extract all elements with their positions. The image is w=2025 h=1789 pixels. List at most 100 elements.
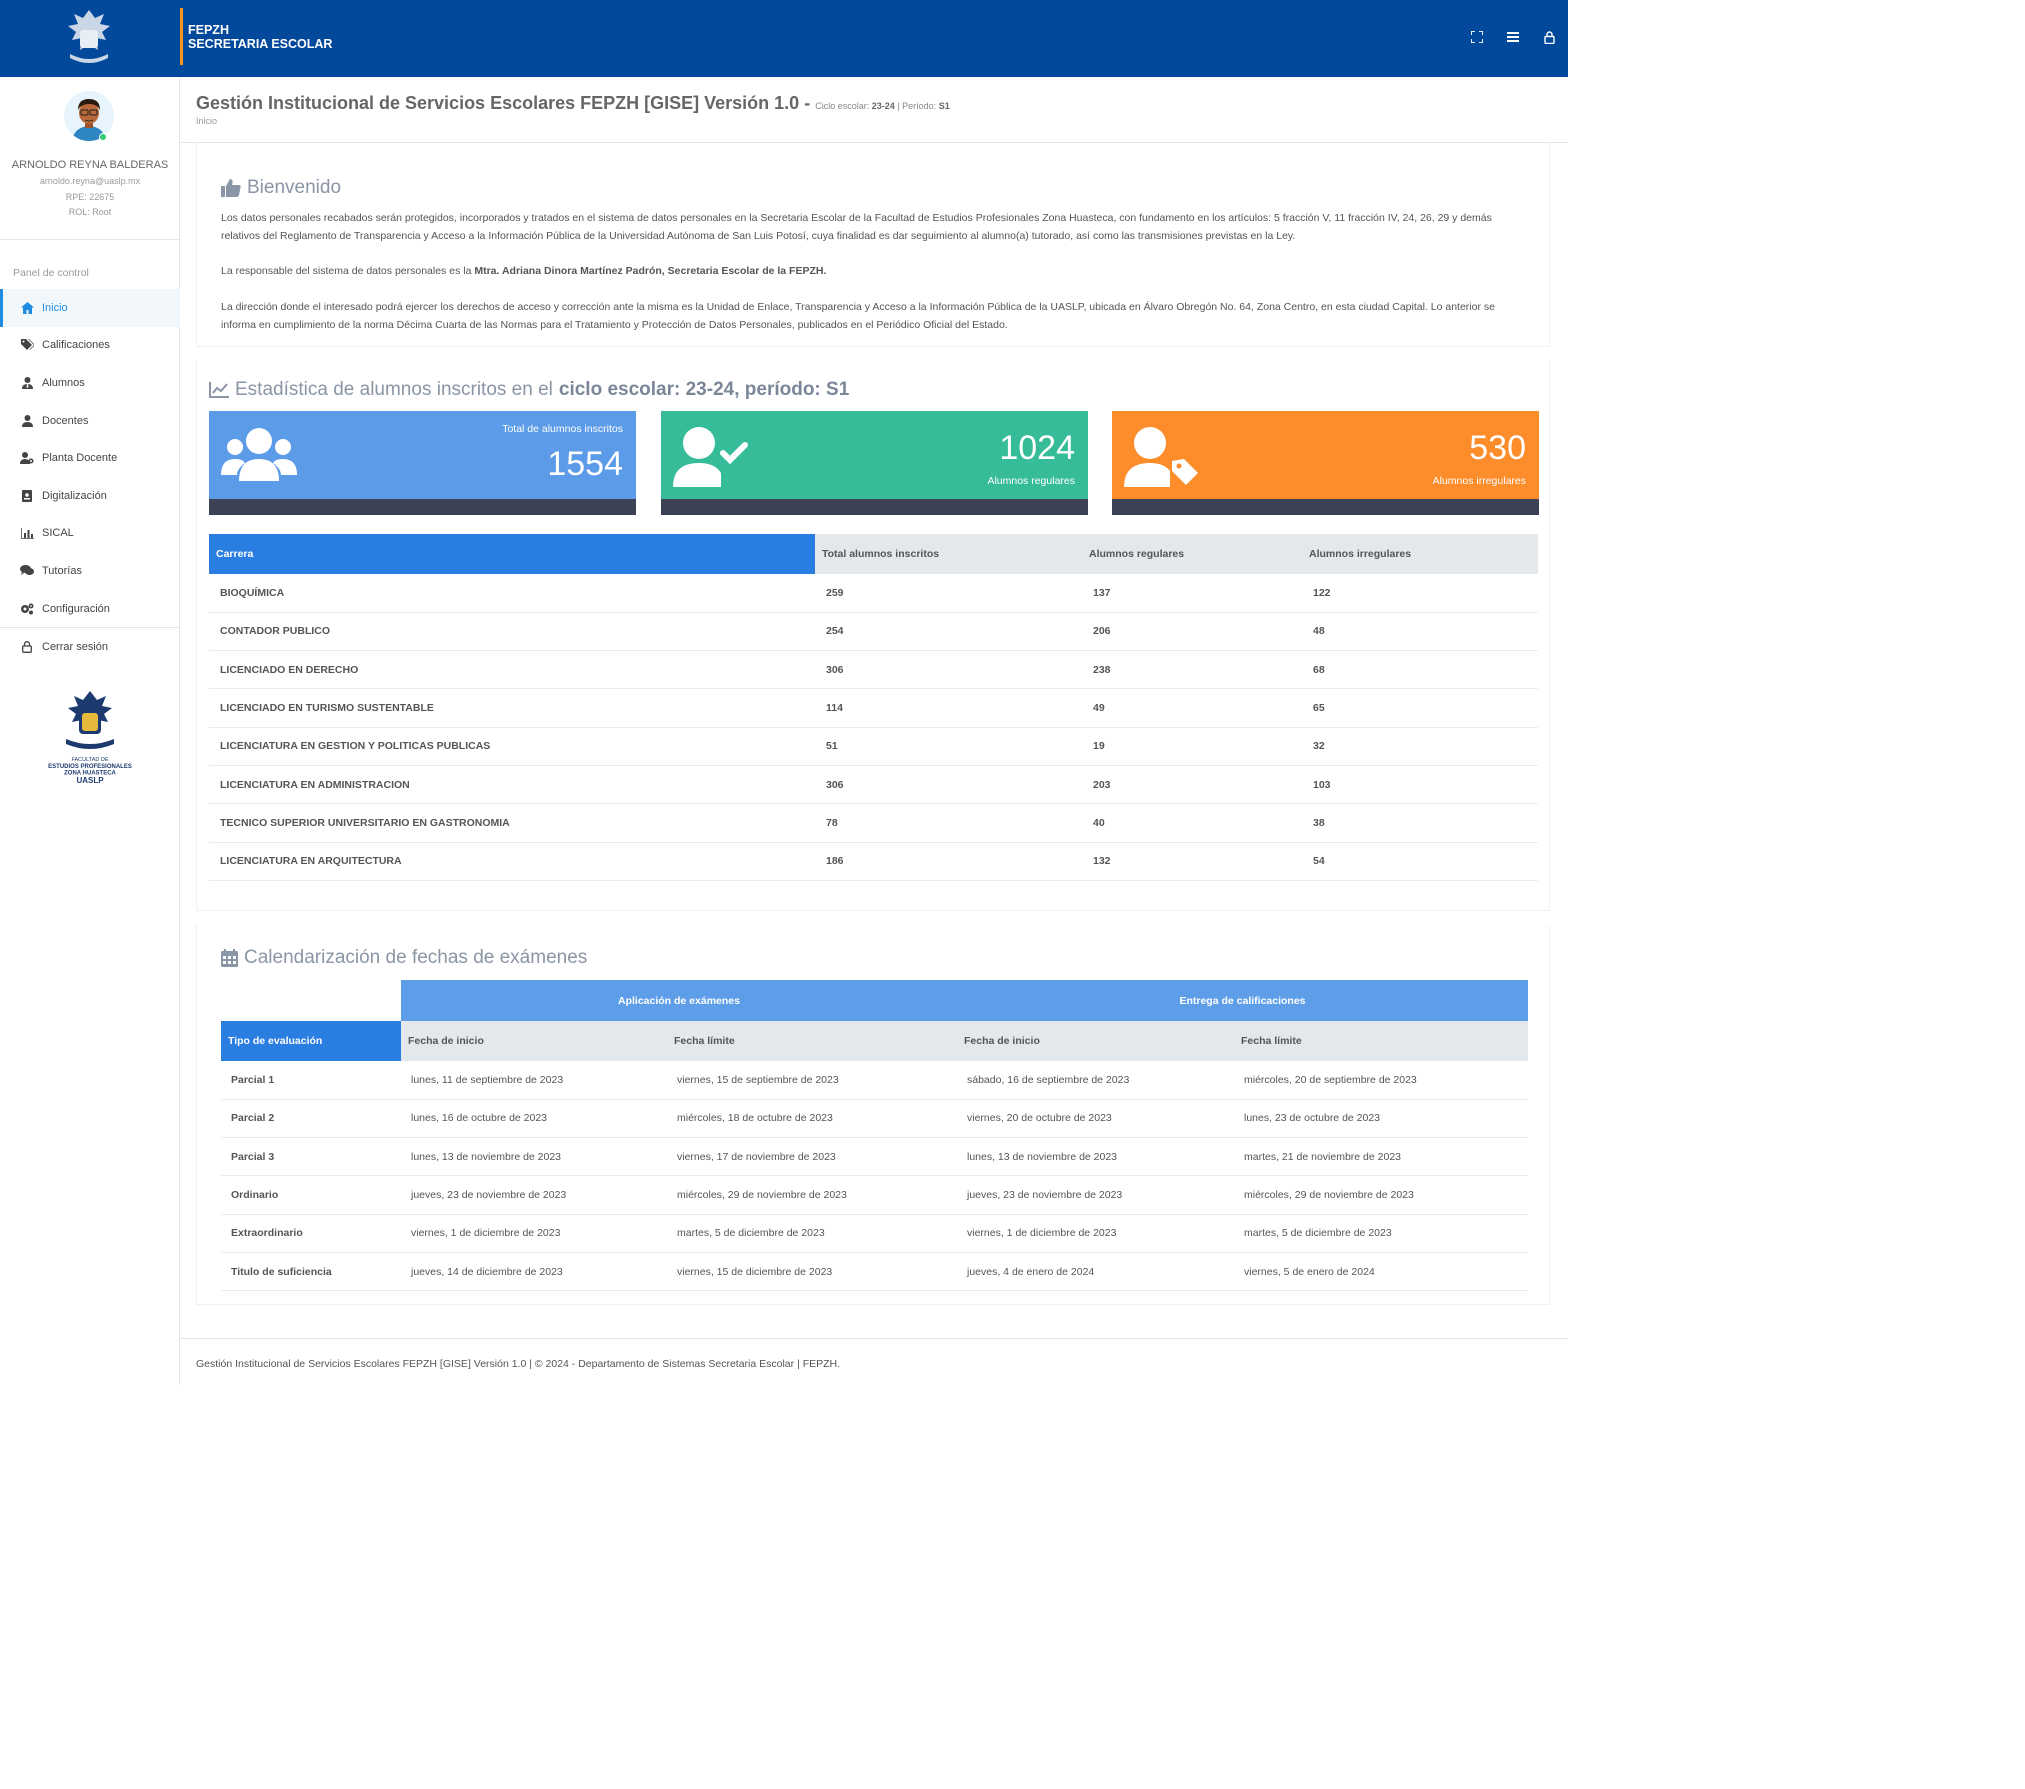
carrera-cell: LICENCIADO EN TURISMO SUSTENTABLE bbox=[209, 688, 815, 728]
sidebar-item-label: Inicio bbox=[42, 301, 68, 314]
page-title: Gestión Institucional de Servicios Escol… bbox=[196, 93, 950, 114]
responsible-name: Mtra. Adriana Dinora Martínez Padrón, Se… bbox=[474, 265, 827, 277]
carrera-cell: BIOQUÍMICA bbox=[209, 574, 815, 613]
logo-line-1: FACULTAD DE bbox=[71, 757, 108, 763]
footer-text: Gestión Institucional de Servicios Escol… bbox=[196, 1358, 841, 1370]
sidebar-item-sical[interactable]: SICAL bbox=[0, 515, 180, 553]
table-row: LICENCIATURA EN ADMINISTRACION 306 203 103 bbox=[209, 765, 1538, 805]
page-header: Gestión Institucional de Servicios Escol… bbox=[180, 77, 1568, 143]
date-cell: viernes, 20 de octubre de 2023 bbox=[957, 1099, 1234, 1139]
sidebar-item-calificaciones[interactable]: Calificaciones bbox=[0, 327, 180, 365]
stat-label: Alumnos irregulares bbox=[1432, 475, 1526, 487]
date-cell: jueves, 23 de noviembre de 2023 bbox=[957, 1175, 1234, 1215]
welcome-paragraph-1: Los datos personales recabados serán pro… bbox=[221, 212, 1492, 242]
stat-label: Alumnos regulares bbox=[987, 475, 1075, 487]
date-cell: lunes, 13 de noviembre de 2023 bbox=[957, 1137, 1234, 1177]
online-status-dot bbox=[99, 133, 107, 141]
avatar[interactable] bbox=[64, 91, 114, 141]
stat-card-footer bbox=[661, 499, 1088, 515]
user-tag-icon bbox=[1124, 427, 1198, 487]
table-row: Parcial 2 lunes, 16 de octubre de 2023 mié… bbox=[221, 1099, 1528, 1139]
sidebar-item-configuracion[interactable]: Configuración bbox=[0, 590, 180, 628]
stat-value: 1554 bbox=[547, 445, 623, 483]
table-row: Parcial 3 lunes, 13 de noviembre de 2023 v… bbox=[221, 1137, 1528, 1177]
total-cell: 306 bbox=[815, 650, 1082, 690]
cogs-icon bbox=[20, 603, 34, 615]
column-header-limite-aplicacion[interactable]: Fecha límite bbox=[667, 1021, 957, 1061]
user-rpe: RPE: 22675 bbox=[0, 192, 180, 202]
group-header-entrega: Entrega de calificaciones bbox=[957, 980, 1528, 1021]
total-cell: 51 bbox=[815, 727, 1082, 766]
expand-icon[interactable] bbox=[1468, 28, 1486, 46]
column-header-tipo[interactable]: Tipo de evaluación bbox=[221, 1021, 401, 1061]
thumbs-up-icon bbox=[221, 179, 241, 197]
rpe-value: 22675 bbox=[89, 192, 115, 202]
cycle-value: 23-24 bbox=[871, 101, 895, 111]
sidebar-item-label: Digitalización bbox=[42, 489, 107, 502]
irregulares-cell: 32 bbox=[1302, 727, 1538, 766]
column-header-carrera[interactable]: Carrera bbox=[209, 534, 815, 574]
table-header-row: Carrera Total alumnos inscritos Alumnos … bbox=[209, 534, 1538, 574]
stat-value: 530 bbox=[1469, 429, 1526, 467]
page-title-text: Gestión Institucional de Servicios Escol… bbox=[196, 93, 811, 113]
sidebar-item-inicio[interactable]: Inicio bbox=[0, 289, 180, 327]
regulares-cell: 203 bbox=[1082, 765, 1302, 805]
welcome-title-text: Bienvenido bbox=[247, 177, 342, 198]
welcome-paragraph-3: La dirección donde el interesado podrá e… bbox=[221, 301, 1495, 331]
sidebar-item-label: Tutorías bbox=[42, 564, 82, 577]
user-role: ROL: Root bbox=[0, 207, 180, 217]
user-tie-icon bbox=[20, 376, 34, 389]
chart-line-icon bbox=[209, 382, 229, 398]
date-cell: martes, 5 de diciembre de 2023 bbox=[1234, 1214, 1528, 1253]
column-header-irregulares[interactable]: Alumnos irregulares bbox=[1302, 534, 1538, 574]
irregulares-cell: 65 bbox=[1302, 688, 1538, 728]
sidebar-item-digitalizacion[interactable]: Digitalización bbox=[0, 477, 180, 515]
enrollment-table: Carrera Total alumnos inscritos Alumnos … bbox=[209, 534, 1538, 881]
brand-line-2: SECRETARIA ESCOLAR bbox=[188, 37, 333, 51]
date-cell: jueves, 14 de diciembre de 2023 bbox=[401, 1252, 667, 1292]
welcome-title: Bienvenido bbox=[221, 177, 341, 199]
users-gear-icon bbox=[20, 452, 34, 465]
sidebar-item-label: Docentes bbox=[42, 414, 89, 427]
stat-value: 1024 bbox=[999, 429, 1075, 467]
menu-icon[interactable] bbox=[1504, 28, 1522, 46]
stat-card-body: 1024 Alumnos regulares bbox=[661, 411, 1088, 499]
date-cell: lunes, 13 de noviembre de 2023 bbox=[401, 1137, 667, 1177]
column-header-inicio-entrega[interactable]: Fecha de inicio bbox=[957, 1021, 1234, 1061]
table-row: Extraordinario viernes, 1 de diciembre de… bbox=[221, 1214, 1528, 1253]
carrera-cell: LICENCIATURA EN ADMINISTRACION bbox=[209, 765, 815, 805]
breadcrumb[interactable]: Inicio bbox=[196, 116, 217, 126]
column-header-regulares[interactable]: Alumnos regulares bbox=[1082, 534, 1302, 574]
date-cell: viernes, 17 de noviembre de 2023 bbox=[667, 1137, 957, 1177]
user-name: ARNOLDO REYNA BALDERAS bbox=[11, 159, 169, 171]
panel-label: Panel de control bbox=[13, 267, 89, 279]
evaluation-type-cell: Extraordinario bbox=[221, 1214, 401, 1253]
regulares-cell: 49 bbox=[1082, 688, 1302, 728]
sidebar-item-planta-docente[interactable]: Planta Docente bbox=[0, 439, 180, 477]
column-header-total[interactable]: Total alumnos inscritos bbox=[815, 534, 1082, 574]
irregulares-cell: 54 bbox=[1302, 842, 1538, 881]
sidebar: ARNOLDO REYNA BALDERAS arnoldo.reyna@uas… bbox=[0, 77, 180, 1385]
sidebar-item-alumnos[interactable]: Alumnos bbox=[0, 364, 180, 402]
sidebar-item-label: Configuración bbox=[42, 602, 110, 615]
logout-button[interactable]: Cerrar sesión bbox=[0, 628, 180, 666]
irregulares-cell: 68 bbox=[1302, 650, 1538, 690]
eagle-logo bbox=[68, 10, 110, 63]
stat-card-regulares: 1024 Alumnos regulares bbox=[661, 411, 1088, 515]
regulares-cell: 238 bbox=[1082, 650, 1302, 690]
total-cell: 78 bbox=[815, 803, 1082, 843]
table-row: Titulo de suficiencia jueves, 14 de dicie… bbox=[221, 1252, 1528, 1292]
column-header-limite-entrega[interactable]: Fecha límite bbox=[1234, 1021, 1528, 1061]
column-header-inicio-aplicacion[interactable]: Fecha de inicio bbox=[401, 1021, 667, 1061]
id-badge-icon bbox=[20, 489, 34, 502]
table-row: BIOQUÍMICA 259 137 122 bbox=[209, 574, 1538, 613]
regulares-cell: 19 bbox=[1082, 727, 1302, 766]
date-cell: viernes, 15 de diciembre de 2023 bbox=[667, 1252, 957, 1292]
group-header-aplicacion: Aplicación de exámenes bbox=[401, 980, 957, 1021]
evaluation-type-cell: Parcial 1 bbox=[221, 1061, 401, 1100]
period-value: S1 bbox=[938, 101, 950, 111]
lock-icon[interactable] bbox=[1540, 28, 1558, 46]
group-header-row: Aplicación de exámenes Entrega de califi… bbox=[221, 980, 1528, 1021]
sidebar-item-docentes[interactable]: Docentes bbox=[0, 402, 180, 440]
sidebar-item-tutorias[interactable]: Tutorías bbox=[0, 552, 180, 590]
